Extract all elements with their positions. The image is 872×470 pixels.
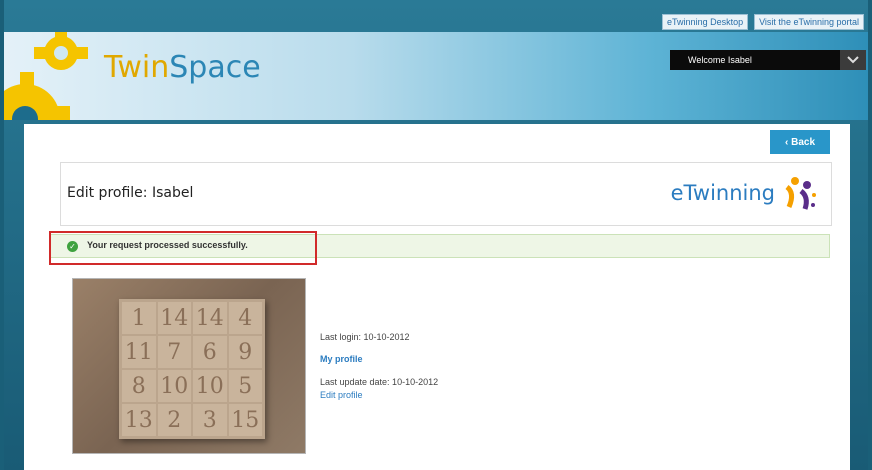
grid-cell: 4 [228,302,262,334]
grid-cell: 10 [157,370,191,402]
page-title: Edit profile: Isabel [67,185,194,201]
back-button[interactable]: ‹ Back [770,130,830,154]
chevron-down-icon[interactable] [840,50,866,70]
grid-cell: 15 [228,404,262,436]
grid-cell: 7 [157,336,191,368]
header-banner: TwinSpace Welcome Isabel [4,32,868,120]
logo-twin-text: Twin [104,50,170,85]
title-panel: Edit profile: Isabel eTwinning [60,162,832,226]
profile-photo: 1 14 14 4 11 7 6 9 8 10 10 5 13 2 3 15 [72,278,306,454]
my-profile-link[interactable]: My profile [320,354,363,364]
etwinning-desktop-link[interactable]: eTwinning Desktop [662,14,749,30]
edit-profile-link[interactable]: Edit profile [320,390,363,400]
main-content: ‹ Back Edit profile: Isabel eTwinning ✓ … [24,124,850,470]
grid-cell: 13 [122,404,156,436]
twinspace-logo[interactable]: TwinSpace [104,50,261,85]
etwinning-logo: eTwinning [671,173,819,213]
grid-cell: 8 [122,370,156,402]
grid-cell: 14 [157,302,191,334]
number-grid: 1 14 14 4 11 7 6 9 8 10 10 5 13 2 3 15 [119,299,265,439]
last-update-text: Last update date: 10-10-2012 [320,377,439,387]
last-login-text: Last login: 10-10-2012 [320,332,410,342]
top-links: eTwinning Desktop Visit the eTwinning po… [662,14,864,30]
grid-cell: 5 [228,370,262,402]
grid-cell: 14 [193,302,227,334]
grid-cell: 2 [157,404,191,436]
visit-portal-link[interactable]: Visit the eTwinning portal [754,14,864,30]
welcome-label: Welcome Isabel [688,55,752,65]
grid-cell: 9 [228,336,262,368]
grid-cell: 10 [193,370,227,402]
highlight-annotation [49,231,317,265]
grid-cell: 6 [193,336,227,368]
grid-cell: 11 [122,336,156,368]
logo-space-text: Space [169,50,261,85]
grid-cell: 3 [193,404,227,436]
etwinning-logo-text: eTwinning [670,181,775,205]
grid-cell: 1 [122,302,156,334]
etwinning-figure-icon [785,177,816,210]
welcome-menu[interactable]: Welcome Isabel [670,50,866,70]
